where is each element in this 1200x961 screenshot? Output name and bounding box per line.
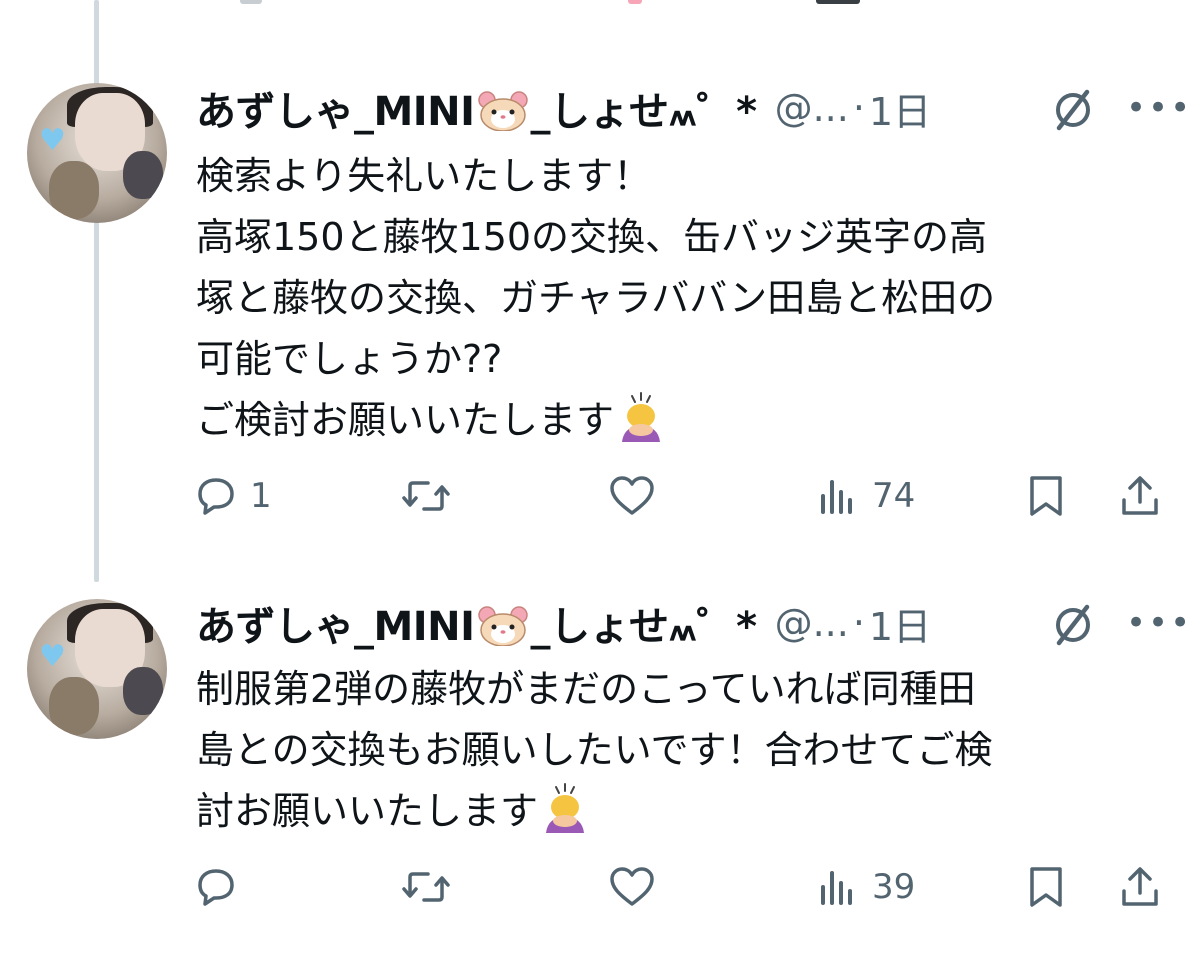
views-count: 74 [872, 476, 916, 516]
heart-icon [610, 476, 654, 515]
share-icon [1122, 867, 1158, 906]
share-button[interactable] [1118, 857, 1162, 917]
author-name-prefix: あずしゃ_MINI [196, 89, 475, 135]
tweet-text-line: 高塚150と藤牧150の交換、缶バッジ英字の高 [196, 215, 988, 259]
views-button[interactable]: 74 [816, 466, 915, 526]
tweet-text: 制服第2弾の藤牧がまだのこっていれば同種田 島との交換もお願いしたいです！合わせ… [196, 659, 1156, 842]
share-button[interactable] [1118, 466, 1162, 526]
author-name-prefix: あずしゃ_MINI [196, 604, 475, 650]
avatar[interactable]: ♥ [27, 83, 167, 223]
timestamp[interactable]: 1日 [869, 81, 931, 136]
tweet-text-line: 塚と藤牧の交換、ガチャラババン田島と松田の [196, 276, 996, 320]
grok-icon[interactable] [1049, 601, 1097, 649]
reply-button[interactable]: 1 [194, 466, 272, 526]
tweet-text-line: 島との交換もお願いしたいです！合わせてご検 [196, 728, 993, 772]
bookmark-icon [1030, 867, 1062, 907]
avatar[interactable]: ♥ [27, 599, 167, 739]
heart-icon: ♥ [39, 639, 66, 674]
more-options-icon[interactable]: ••• [1126, 88, 1192, 128]
avatar-animal [49, 677, 99, 735]
tweet-text-fragment: 討お願いいたします [196, 789, 539, 833]
grok-icon[interactable] [1049, 86, 1097, 134]
retweet-icon [402, 872, 450, 902]
author-name-suffix: _しょせ៳゜* [530, 604, 758, 650]
tweet-text: 検索より失礼いたします！ 高塚150と藤牧150の交換、缶バッジ英字の高 塚と藤… [196, 146, 1156, 451]
heart-icon [610, 867, 654, 906]
fragment [816, 0, 860, 4]
tweet-header: あずしゃ_MINI _しょせ៳゜* @... · 1日 ••• [196, 594, 1190, 652]
retweet-button[interactable] [400, 466, 464, 526]
reply-button[interactable] [194, 857, 250, 917]
timestamp[interactable]: 1日 [869, 596, 931, 651]
bookmark-icon [1030, 476, 1062, 516]
hamster-face-icon [477, 606, 528, 646]
avatar-animal [49, 161, 99, 219]
tweet-actions: 39 [0, 857, 1200, 917]
tweet-text-line: 検索より失礼いたします！ [196, 154, 652, 198]
tweet-actions: 1 74 [0, 466, 1200, 526]
previous-tweet-actions-fragment [0, 0, 1200, 10]
more-options-icon[interactable]: ••• [1126, 603, 1192, 643]
tweet-text-line: 可能でしょうか?? [196, 337, 503, 381]
share-icon [1122, 476, 1158, 515]
heart-icon: ♥ [39, 123, 66, 158]
views-button[interactable]: 39 [816, 857, 915, 917]
reply-icon [198, 478, 234, 515]
separator-dot: · [852, 86, 865, 130]
retweet-button[interactable] [400, 857, 464, 917]
like-button[interactable] [608, 466, 668, 526]
author-name[interactable]: あずしゃ_MINI _しょせ៳゜* [196, 594, 757, 652]
fragment [628, 0, 642, 4]
tweet-text-line: 制服第2弾の藤牧がまだのこっていれば同種田 [196, 667, 976, 711]
author-name[interactable]: あずしゃ_MINI _しょせ៳゜* [196, 79, 757, 137]
tweet-text-line: 討お願いいたします [196, 781, 1156, 842]
author-name-suffix: _しょせ៳゜* [530, 89, 758, 135]
avatar-figure [123, 667, 163, 715]
views-bar-chart-icon [821, 480, 852, 514]
bookmark-button[interactable] [1024, 857, 1068, 917]
reply-icon [198, 869, 234, 906]
views-count: 39 [872, 867, 916, 907]
like-button[interactable] [608, 857, 668, 917]
separator-dot: · [852, 601, 865, 645]
fragment [240, 0, 262, 4]
hamster-face-icon [477, 91, 528, 131]
retweet-icon [402, 481, 450, 511]
person-bowing-icon [546, 782, 585, 833]
person-bowing-icon [622, 391, 661, 442]
reply-count: 1 [250, 476, 272, 516]
bookmark-button[interactable] [1024, 466, 1068, 526]
tweet-header: あずしゃ_MINI _しょせ៳゜* @... · 1日 ••• [196, 79, 1190, 137]
views-bar-chart-icon [821, 871, 852, 905]
tweet-text-line: ご検討お願いいたします [196, 390, 1156, 451]
avatar-figure [123, 151, 163, 199]
author-handle[interactable]: @... [775, 86, 849, 130]
author-handle[interactable]: @... [775, 601, 849, 645]
tweet-text-fragment: ご検討お願いいたします [196, 398, 615, 442]
